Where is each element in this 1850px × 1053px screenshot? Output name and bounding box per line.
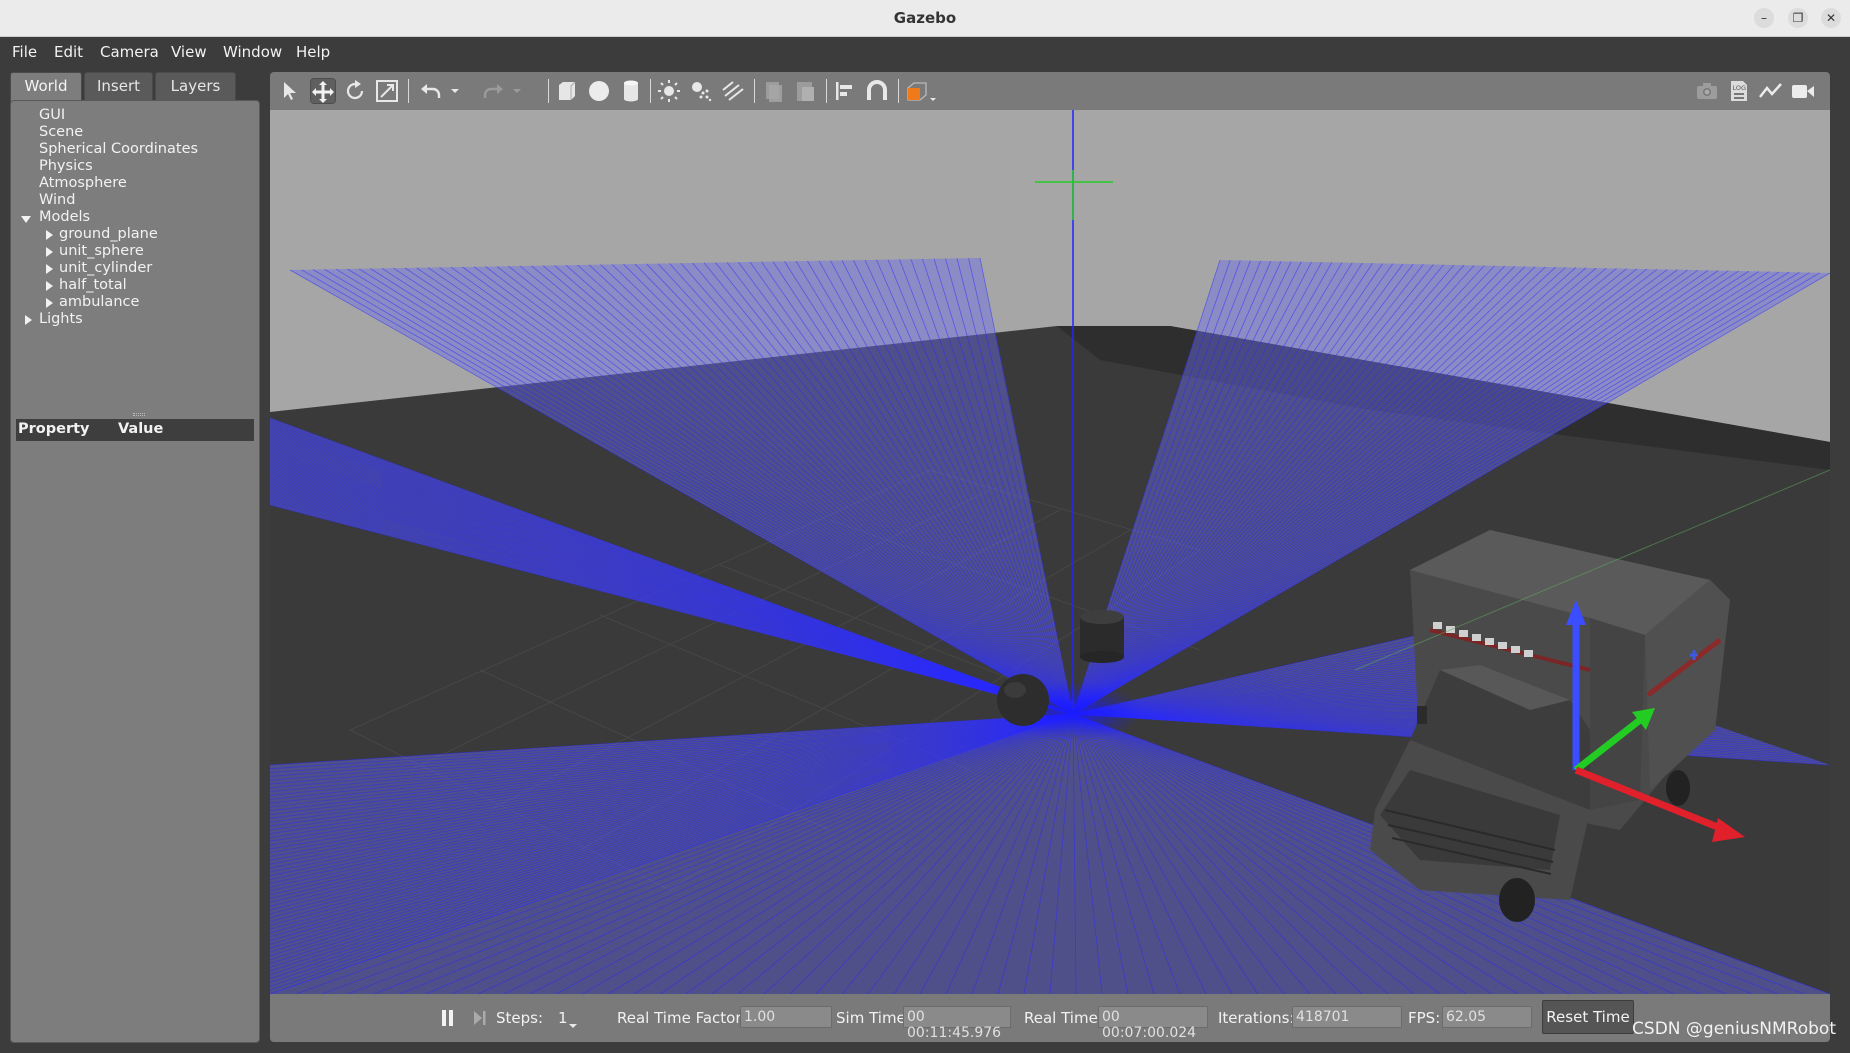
tree-item-scene[interactable]: Scene: [39, 124, 83, 141]
tree-item-atmosphere[interactable]: Atmosphere: [39, 175, 127, 192]
watermark-text: CSDN @geniusNMRobot: [1632, 1019, 1836, 1039]
scene-render[interactable]: [270, 110, 1830, 994]
rotate-icon[interactable]: [342, 78, 368, 104]
close-button[interactable]: ✕: [1821, 8, 1841, 28]
rtf-label: Real Time Factor:: [617, 1009, 747, 1027]
expand-right-icon[interactable]: [46, 230, 53, 240]
menu-camera[interactable]: Camera: [100, 41, 159, 63]
tree-model-unit-sphere[interactable]: unit_sphere: [59, 243, 144, 260]
real-time-value: 00 00:07:00.024: [1098, 1006, 1208, 1041]
menu-edit[interactable]: Edit: [54, 41, 83, 63]
rtf-value: 1.00: [740, 1006, 832, 1028]
unit-sphere-model: [997, 674, 1049, 726]
menu-help[interactable]: Help: [296, 41, 330, 63]
panel-splitter-handle[interactable]: [133, 413, 145, 416]
tree-item-wind[interactable]: Wind: [39, 192, 75, 209]
tab-insert[interactable]: Insert: [84, 72, 153, 100]
tree-item-lights[interactable]: Lights: [39, 311, 83, 328]
tree-model-unit-cylinder[interactable]: unit_cylinder: [59, 260, 152, 277]
fps-label: FPS:: [1408, 1009, 1441, 1027]
screenshot-icon[interactable]: [1694, 78, 1720, 104]
simulation-status-bar: Steps: 1 Real Time Factor: 1.00 Sim Time…: [270, 994, 1830, 1042]
paste-icon[interactable]: [792, 78, 818, 104]
tree-model-ambulance[interactable]: ambulance: [59, 294, 139, 311]
steps-dropdown-icon[interactable]: [568, 1016, 578, 1034]
sphere-shape-icon[interactable]: [586, 78, 612, 104]
expand-right-icon[interactable]: [46, 264, 53, 274]
log-icon[interactable]: LOG: [1726, 78, 1752, 104]
plot-icon[interactable]: [1758, 78, 1784, 104]
pause-icon[interactable]: [438, 1008, 458, 1032]
menu-file[interactable]: File: [12, 41, 37, 63]
reset-time-button[interactable]: Reset Time: [1542, 1000, 1634, 1034]
align-icon[interactable]: [832, 78, 858, 104]
maximize-button[interactable]: ❐: [1788, 8, 1808, 28]
tree-model-half-total[interactable]: half_total: [59, 277, 127, 294]
select-arrow-icon[interactable]: [278, 78, 304, 104]
tree-item-physics[interactable]: Physics: [39, 158, 93, 175]
box-shape-icon[interactable]: [554, 78, 580, 104]
directional-light-icon[interactable]: [720, 78, 746, 104]
redo-history-icon[interactable]: [510, 78, 524, 104]
main-toolbar: LOG: [270, 72, 1830, 110]
steps-label: Steps:: [496, 1009, 544, 1027]
cylinder-shape-icon[interactable]: [618, 78, 644, 104]
menu-window[interactable]: Window: [223, 41, 282, 63]
expand-right-icon[interactable]: [46, 247, 53, 257]
undo-history-icon[interactable]: [448, 78, 462, 104]
expand-right-icon[interactable]: [46, 281, 53, 291]
tree-model-ground-plane[interactable]: ground_plane: [59, 226, 158, 243]
snap-magnet-icon[interactable]: [864, 78, 890, 104]
real-time-label: Real Time:: [1024, 1009, 1103, 1027]
translate-icon[interactable]: [310, 78, 336, 104]
tree-item-models[interactable]: Models: [39, 209, 90, 226]
minimize-button[interactable]: –: [1754, 8, 1774, 28]
property-table-header: Property Value: [16, 419, 254, 441]
view-angle-icon[interactable]: [904, 78, 938, 104]
expand-right-icon[interactable]: [46, 298, 53, 308]
copy-icon[interactable]: [760, 78, 786, 104]
spot-light-icon[interactable]: [688, 78, 714, 104]
window-titlebar: Gazebo – ❐ ✕: [0, 0, 1850, 37]
scene-viewport[interactable]: [270, 110, 1830, 994]
property-column-header[interactable]: Property: [18, 421, 90, 437]
unit-cylinder-model: [1080, 610, 1124, 663]
svg-text:LOG: LOG: [1733, 84, 1747, 92]
iterations-value: 418701: [1292, 1006, 1402, 1028]
world-panel: GUI Scene Spherical Coordinates Physics …: [10, 100, 260, 1043]
value-column-header[interactable]: Value: [118, 421, 163, 437]
redo-icon[interactable]: [480, 78, 506, 104]
undo-icon[interactable]: [418, 78, 444, 104]
tab-world[interactable]: World: [10, 72, 82, 102]
step-forward-icon[interactable]: [470, 1008, 490, 1032]
steps-value[interactable]: 1: [558, 1009, 568, 1027]
tree-item-gui[interactable]: GUI: [39, 107, 65, 124]
sim-time-value: 00 00:11:45.976: [903, 1006, 1011, 1041]
iterations-label: Iterations:: [1218, 1009, 1295, 1027]
sim-time-label: Sim Time:: [836, 1009, 911, 1027]
expand-right-icon[interactable]: [25, 315, 32, 325]
tree-item-spherical-coordinates[interactable]: Spherical Coordinates: [39, 141, 198, 158]
menu-bar: File Edit Camera View Window Help: [0, 37, 1850, 69]
tab-layers[interactable]: Layers: [155, 72, 236, 100]
fps-value: 62.05: [1442, 1006, 1532, 1028]
record-video-icon[interactable]: [1790, 78, 1816, 104]
window-title: Gazebo: [893, 9, 957, 27]
scale-icon[interactable]: [374, 78, 400, 104]
menu-view[interactable]: View: [171, 41, 207, 63]
point-light-icon[interactable]: [656, 78, 682, 104]
expand-down-icon[interactable]: [21, 216, 31, 223]
